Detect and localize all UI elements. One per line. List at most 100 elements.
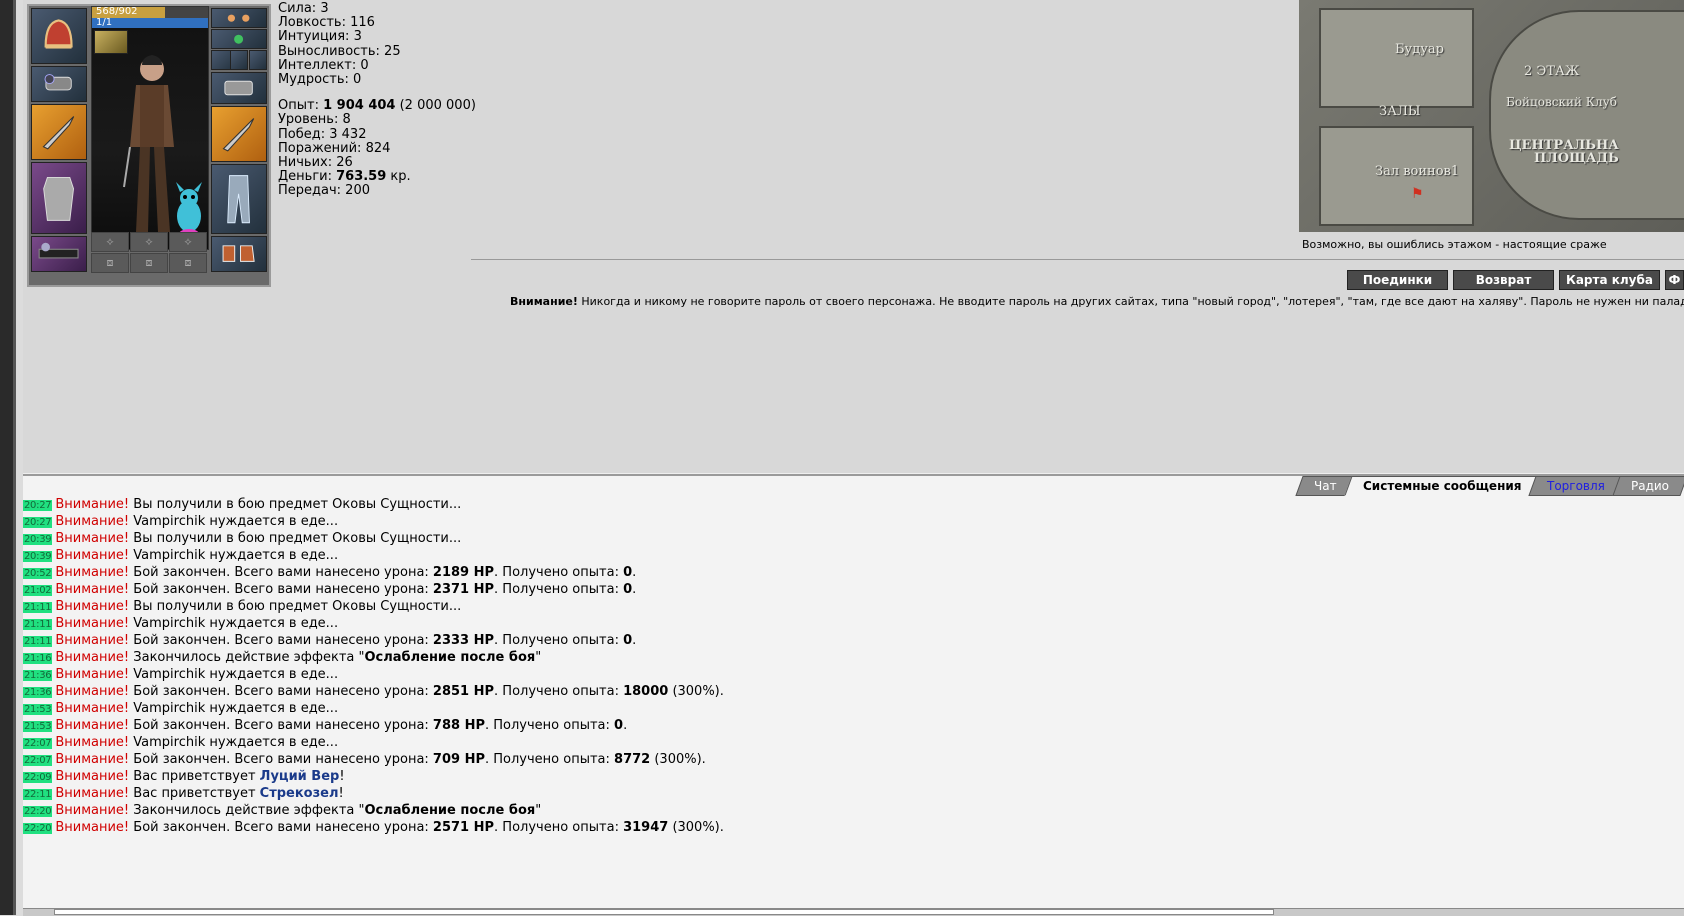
more-nav-button[interactable]: Ф: [1665, 270, 1684, 290]
rune-slot-2[interactable]: ⧈: [130, 253, 168, 273]
belt-item-slot-1[interactable]: ⟡: [91, 232, 129, 252]
log-text: Vampirchik нуждается в еде...: [129, 514, 339, 529]
rune-slot-1[interactable]: ⧈: [91, 253, 129, 273]
tab-chat-label: Чат: [1314, 479, 1337, 493]
amulet-slot[interactable]: [211, 29, 267, 49]
tab-system-messages[interactable]: Системные сообщения: [1343, 476, 1540, 496]
log-text: 788 HP: [432, 718, 485, 733]
bracers-slot[interactable]: [31, 66, 87, 102]
empty-slot-icon: ⧈: [184, 256, 192, 269]
belt-slot[interactable]: [31, 236, 87, 272]
log-line: 21:11 Внимание! Vampirchik нуждается в ед…: [23, 616, 724, 633]
stat-money: Деньги: 763.59 кр.: [278, 170, 476, 184]
map-label-club: Бойцовский Клуб: [1506, 95, 1617, 109]
stat-draws: Ничьих: 26: [278, 155, 353, 171]
log-text: . Получено опыта:: [494, 684, 624, 699]
log-text: 18000: [623, 684, 669, 699]
log-line: 21:53 Внимание! Vampirchik нуждается в ед…: [23, 701, 724, 718]
player-nickname-link[interactable]: Стрекозел: [260, 786, 339, 801]
club-map-button[interactable]: Карта клуба: [1559, 270, 1660, 290]
log-text: Бой закончен. Всего вами нанесено урона:: [129, 684, 433, 699]
chat-input[interactable]: [54, 909, 1274, 915]
map-caption: Возможно, вы ошиблись этажом - настоящие…: [1302, 238, 1607, 251]
log-text: 2371 HP: [432, 582, 495, 597]
ring-slot-3[interactable]: [249, 50, 267, 70]
warning-label: Внимание!: [510, 295, 578, 308]
character-portrait[interactable]: 568/902 1/1: [91, 6, 209, 250]
log-timestamp[interactable]: 20:27: [23, 500, 53, 511]
tab-radio[interactable]: Радио: [1612, 476, 1684, 496]
log-warning-label: Внимание!: [55, 599, 130, 614]
log-timestamp[interactable]: 22:20: [23, 823, 53, 834]
log-timestamp[interactable]: 20:27: [23, 517, 53, 528]
location-map[interactable]: Будуар 2 ЭТАЖ Бойцовский Клуб ЗАЛЫ ЦЕНТР…: [1299, 0, 1684, 232]
log-timestamp[interactable]: 21:11: [23, 619, 53, 630]
stat-agility: Ловкость: 116: [278, 15, 375, 31]
rune-slot-3[interactable]: ⧈: [169, 253, 207, 273]
log-text: Vampirchik нуждается в еде...: [129, 667, 339, 682]
log-timestamp[interactable]: 20:52: [23, 568, 53, 579]
duels-button[interactable]: Поединки: [1347, 270, 1448, 290]
log-timestamp[interactable]: 22:11: [23, 789, 53, 800]
log-text: Закончилось действие эффекта ": [129, 803, 365, 818]
log-timestamp[interactable]: 21:53: [23, 704, 53, 715]
gloves-slot[interactable]: [211, 72, 267, 104]
log-timestamp[interactable]: 22:07: [23, 755, 53, 766]
boots-slot[interactable]: [211, 236, 267, 272]
log-warning-label: Внимание!: [55, 752, 130, 767]
belt-item-slot-2[interactable]: ⟡: [130, 232, 168, 252]
weapon-left-slot[interactable]: [31, 104, 87, 160]
log-line: 22:11 Внимание! Вас приветствует Стрекозе…: [23, 786, 724, 803]
log-text: !: [338, 786, 344, 801]
log-timestamp[interactable]: 21:36: [23, 670, 53, 681]
map-room-boudoir[interactable]: [1319, 8, 1474, 108]
boots-icon: [222, 245, 256, 263]
log-timestamp[interactable]: 21:02: [23, 585, 53, 596]
log-timestamp[interactable]: 21:11: [23, 602, 53, 613]
helmet-slot[interactable]: [31, 8, 87, 64]
stat-endurance: Выносливость: 25: [278, 43, 401, 59]
legs-slot[interactable]: [211, 164, 267, 234]
player-nickname-link[interactable]: Луций Вер: [260, 769, 340, 784]
stat-transfers: Передач: 200: [278, 183, 370, 199]
belt-item-slot-3[interactable]: ⟡: [169, 232, 207, 252]
armor-icon: [43, 177, 75, 221]
weapon-right-slot[interactable]: [211, 106, 267, 162]
return-button[interactable]: Возврат: [1453, 270, 1554, 290]
log-text: . Получено опыта:: [494, 820, 624, 835]
log-line: 21:16 Внимание! Закончилось действие эффе…: [23, 650, 724, 667]
ring-slot-2[interactable]: [230, 50, 248, 70]
log-text: . Получено опыта:: [485, 752, 615, 767]
earrings-slot[interactable]: [211, 8, 267, 28]
log-text: 0: [614, 718, 624, 733]
map-label-boudoir: Будуар: [1395, 42, 1444, 57]
money-unit: кр.: [386, 169, 411, 185]
armor-slot[interactable]: [31, 162, 87, 234]
log-timestamp[interactable]: 20:39: [23, 534, 53, 545]
log-text: ": [535, 803, 542, 818]
log-line: 20:52 Внимание! Бой закончен. Всего вами …: [23, 565, 724, 582]
log-text: . Получено опыта:: [485, 718, 615, 733]
log-text: 2851 HP: [432, 684, 495, 699]
log-text: .: [632, 565, 637, 580]
log-text: 709 HP: [432, 752, 485, 767]
log-timestamp[interactable]: 21:16: [23, 653, 53, 664]
log-timestamp[interactable]: 21:36: [23, 687, 53, 698]
log-timestamp[interactable]: 20:39: [23, 551, 53, 562]
tab-trade[interactable]: Торговля: [1528, 476, 1624, 496]
log-warning-label: Внимание!: [55, 582, 130, 597]
stat-level: Уровень: 8: [278, 112, 351, 128]
log-text: Вас приветствует: [129, 769, 260, 784]
log-timestamp[interactable]: 22:20: [23, 806, 53, 817]
log-text: Вы получили в бою предмет Оковы Сущности…: [129, 497, 462, 512]
log-text: Вы получили в бою предмет Оковы Сущности…: [129, 599, 462, 614]
log-timestamp[interactable]: 22:09: [23, 772, 53, 783]
log-line: 20:27 Внимание! Вы получили в бою предмет…: [23, 497, 724, 514]
log-timestamp[interactable]: 22:07: [23, 738, 53, 749]
exp-label: Опыт:: [278, 98, 324, 114]
log-timestamp[interactable]: 21:53: [23, 721, 53, 732]
log-timestamp[interactable]: 21:11: [23, 636, 53, 647]
sword-icon: [42, 116, 75, 150]
log-text: Vampirchik нуждается в еде...: [129, 548, 339, 563]
log-text: Вы получили в бою предмет Оковы Сущности…: [129, 531, 462, 546]
